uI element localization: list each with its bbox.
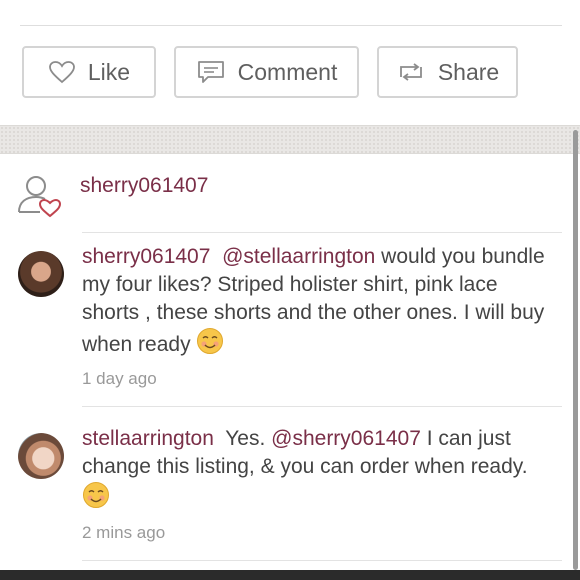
- comment-timestamp: 2 mins ago: [82, 523, 166, 542]
- comment-username[interactable]: stellaarrington: [82, 427, 214, 450]
- heart-icon: [48, 60, 76, 84]
- share-repost-icon: [396, 61, 426, 83]
- section-separator-band: [0, 125, 580, 154]
- row-divider: [82, 560, 562, 561]
- share-label: Share: [437, 58, 500, 85]
- avatar[interactable]: [18, 433, 64, 479]
- likes-person-heart-icon: [16, 172, 64, 223]
- comment-label: Comment: [237, 58, 338, 85]
- comment-mention[interactable]: @sherry061407: [271, 427, 421, 450]
- comment-text-before: Yes.: [225, 427, 266, 450]
- like-button[interactable]: Like: [22, 46, 156, 98]
- likers-row[interactable]: sherry061407: [0, 170, 580, 220]
- liker-username[interactable]: sherry061407: [80, 174, 208, 198]
- comment-body: sherry061407 @stellaarrington would you …: [82, 243, 552, 363]
- comment-timestamp: 1 day ago: [82, 369, 157, 388]
- row-divider: [82, 406, 562, 407]
- row-divider: [82, 232, 562, 233]
- scrollbar[interactable]: [573, 130, 578, 570]
- comment-button[interactable]: Comment: [174, 46, 359, 98]
- comment-body: stellaarrington Yes. @sherry061407 I can…: [82, 425, 552, 517]
- smiling-face-emoji-icon: [82, 481, 110, 517]
- like-label: Like: [87, 58, 131, 85]
- comment-bubble-icon: [196, 59, 226, 85]
- smiling-face-emoji-icon: [196, 327, 224, 363]
- avatar[interactable]: [18, 251, 64, 297]
- comment-username[interactable]: sherry061407: [82, 245, 210, 268]
- bottom-bar: [0, 570, 580, 580]
- top-divider: [20, 25, 562, 26]
- share-button[interactable]: Share: [377, 46, 518, 98]
- comment-mention[interactable]: @stellaarrington: [222, 245, 375, 268]
